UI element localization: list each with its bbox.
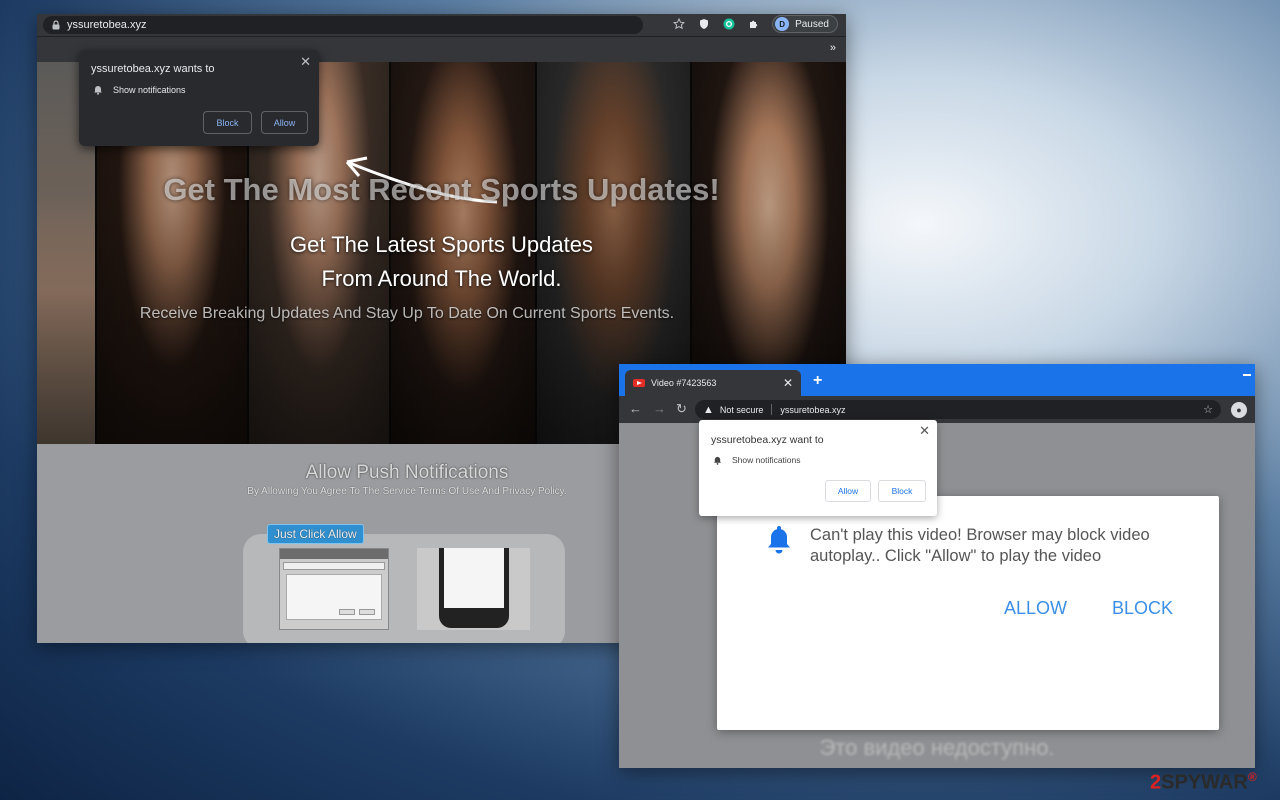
profile-paused-button[interactable]: D Paused [772, 15, 838, 33]
paused-label: Paused [795, 18, 829, 30]
show-notifications-label: Show notifications [732, 455, 801, 465]
youtube-icon [633, 379, 645, 387]
toolbar-icons: D Paused [672, 15, 838, 33]
close-icon[interactable]: ✕ [919, 423, 930, 439]
shield-icon[interactable] [697, 18, 710, 31]
show-notifications-label: Show notifications [113, 85, 186, 95]
notification-permission-popup: yssuretobea.xyz want to ✕ Show notificat… [699, 420, 937, 516]
permission-row: Show notifications [713, 455, 801, 465]
tab-close-button[interactable]: ✕ [783, 376, 793, 390]
puzzle-icon[interactable] [747, 18, 760, 31]
back-icon[interactable]: ← [629, 401, 642, 416]
watermark-logo: 2SPYWAR® [1150, 770, 1257, 794]
block-button[interactable]: Block [878, 480, 926, 502]
bell-icon [713, 456, 722, 465]
hero-subline: Get The Latest Sports Updates From Aroun… [37, 228, 846, 296]
permission-row: Show notifications [93, 85, 186, 95]
address-bar[interactable]: ▲ Not secure yssuretobea.xyz ☆ [695, 400, 1221, 419]
star-icon[interactable]: ☆ [1203, 403, 1213, 416]
bookmarks-more-button[interactable]: » [830, 42, 836, 54]
desktop-instruction-image [279, 548, 389, 630]
video-unavailable-text: Это видео недоступно. [819, 735, 1055, 760]
url-text: yssuretobea.xyz [780, 404, 846, 415]
tab-video[interactable]: Video #7423563 ✕ [625, 370, 801, 396]
block-button[interactable]: Block [203, 111, 252, 134]
navigation-bar: ← → ↻ ▲ Not secure yssuretobea.xyz ☆ ● [619, 396, 1255, 423]
not-secure-label: Not secure [719, 404, 764, 415]
minimize-icon[interactable] [1243, 374, 1251, 376]
star-icon[interactable] [672, 18, 685, 31]
allow-button[interactable]: Allow [825, 480, 871, 502]
browser-window-video: Video #7423563 ✕ + ← → ↻ ▲ Not secure ys… [619, 364, 1255, 768]
tab-title: Video #7423563 [651, 378, 717, 388]
hero-body: Receive Breaking Updates And Stay Up To … [139, 305, 675, 322]
hero-subline-2: From Around The World. [321, 266, 562, 291]
lock-icon [52, 20, 60, 30]
dialog-block-button[interactable]: BLOCK [1112, 598, 1173, 619]
title-bar: yssuretobea.xyz D Paused [37, 14, 846, 36]
reload-icon[interactable]: ↻ [676, 401, 687, 417]
avatar: D [775, 17, 790, 31]
fake-video-dialog: Can't play this video! Browser may block… [717, 496, 1219, 730]
tab-strip: Video #7423563 ✕ + [619, 364, 1255, 396]
popup-title: yssuretobea.xyz wants to [91, 63, 215, 75]
notification-permission-popup: yssuretobea.xyz wants to ✕ Show notifica… [79, 50, 319, 146]
warning-icon: ▲ [703, 403, 714, 416]
just-click-allow-label: Just Click Allow [267, 524, 364, 544]
address-bar[interactable]: yssuretobea.xyz [43, 16, 643, 34]
bell-icon [94, 86, 102, 95]
grammarly-icon[interactable] [722, 18, 735, 31]
allow-button[interactable]: Allow [261, 111, 308, 134]
dialog-message: Can't play this video! Browser may block… [810, 526, 1150, 565]
hero-headline: Get The Most Recent Sports Updates! [163, 172, 720, 207]
bell-icon [768, 526, 790, 554]
profile-avatar-icon[interactable]: ● [1231, 402, 1247, 418]
popup-title: yssuretobea.xyz want to [711, 434, 824, 446]
mobile-instruction-image [417, 548, 530, 630]
new-tab-button[interactable]: + [813, 372, 822, 390]
url-text: yssuretobea.xyz [67, 19, 147, 31]
forward-icon[interactable]: → [653, 401, 666, 416]
hero-subline-1: Get The Latest Sports Updates [290, 232, 593, 257]
dialog-allow-button[interactable]: ALLOW [1004, 598, 1067, 619]
close-icon[interactable]: ✕ [300, 54, 311, 70]
